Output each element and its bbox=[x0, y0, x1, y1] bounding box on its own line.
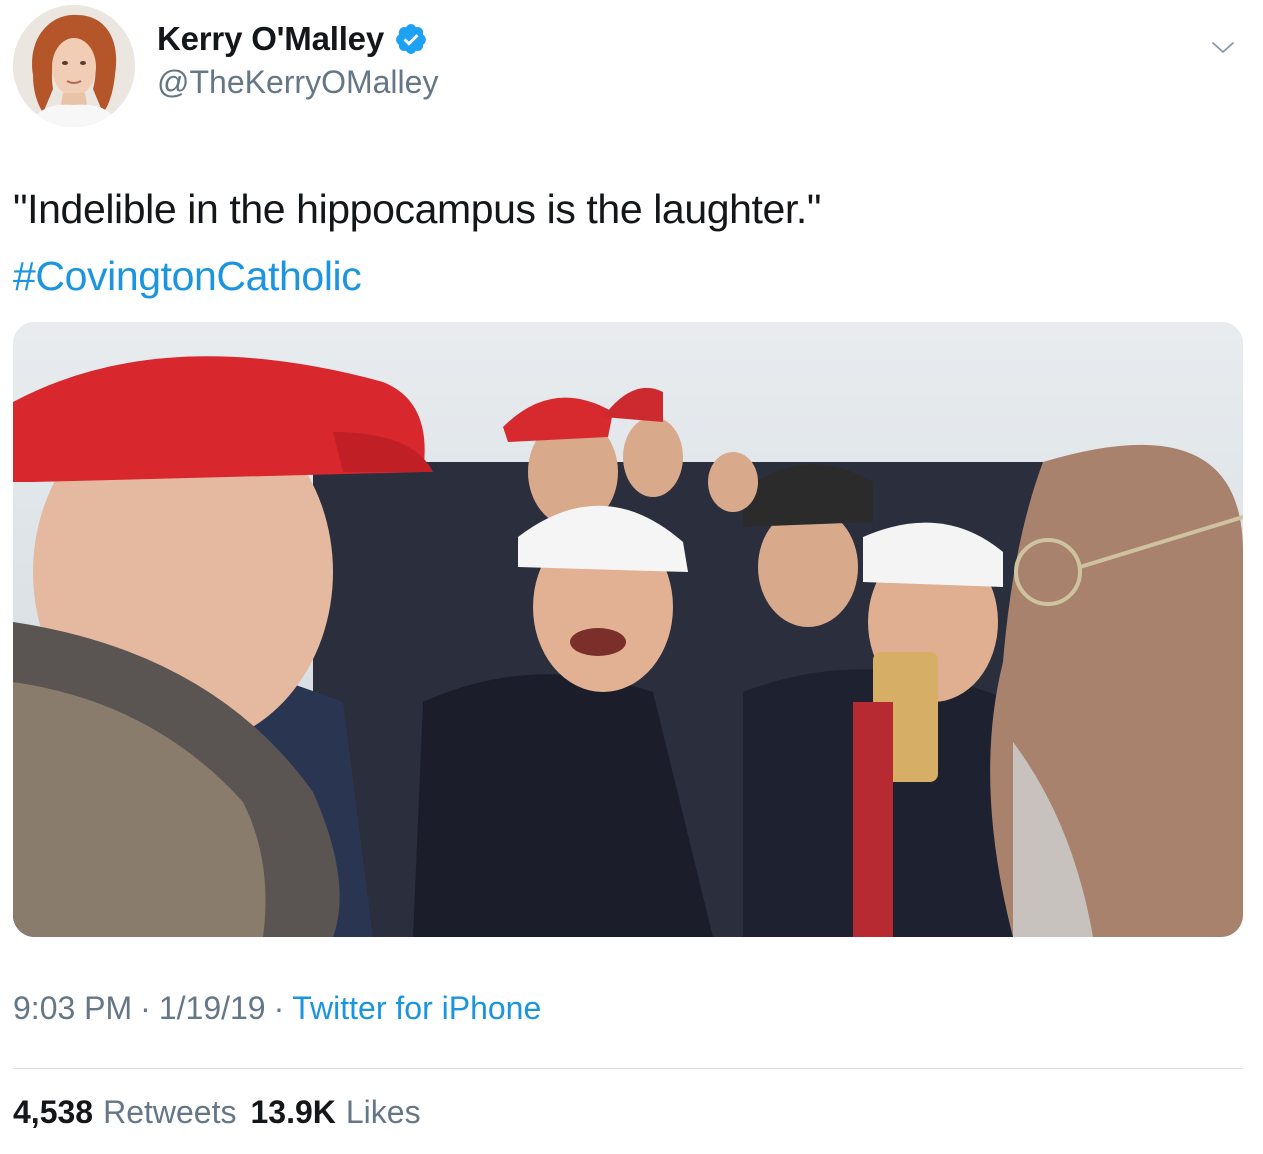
retweets-stat[interactable]: 4,538 Retweets bbox=[13, 1094, 236, 1131]
author-avatar[interactable] bbox=[13, 5, 135, 127]
meta-separator: · bbox=[273, 990, 285, 1026]
verified-badge-icon bbox=[396, 24, 426, 54]
tweet-date[interactable]: 1/19/19 bbox=[159, 990, 266, 1027]
tweet-photo[interactable] bbox=[13, 322, 1243, 937]
avatar-image bbox=[13, 5, 135, 127]
author-handle[interactable]: @TheKerryOMalley bbox=[157, 64, 438, 101]
photo-image bbox=[13, 322, 1243, 937]
retweets-count: 4,538 bbox=[13, 1094, 94, 1130]
tweet-stats: 4,538 Retweets 13.9K Likes bbox=[13, 1094, 421, 1131]
author-name-row[interactable]: Kerry O'Malley bbox=[157, 20, 428, 58]
chevron-down-icon bbox=[1212, 42, 1234, 53]
likes-label: Likes bbox=[345, 1094, 421, 1130]
likes-count: 13.9K bbox=[250, 1094, 336, 1130]
divider bbox=[13, 1068, 1243, 1069]
tweet-meta: 9:03 PM · 1/19/19 · Twitter for iPhone bbox=[13, 990, 541, 1027]
hashtag-link[interactable]: #CovingtonCatholic bbox=[13, 250, 362, 302]
tweet-time[interactable]: 9:03 PM bbox=[13, 990, 132, 1027]
more-options-button[interactable] bbox=[1211, 36, 1235, 60]
tweet-card: Kerry O'Malley @TheKerryOMalley "Indelib… bbox=[0, 0, 1263, 1154]
tweet-source-link[interactable]: Twitter for iPhone bbox=[292, 990, 541, 1027]
retweets-label: Retweets bbox=[103, 1094, 237, 1130]
tweet-text: "Indelible in the hippocampus is the lau… bbox=[13, 186, 822, 232]
likes-stat[interactable]: 13.9K Likes bbox=[250, 1094, 420, 1131]
author-display-name[interactable]: Kerry O'Malley bbox=[157, 20, 384, 58]
meta-separator: · bbox=[140, 990, 151, 1026]
